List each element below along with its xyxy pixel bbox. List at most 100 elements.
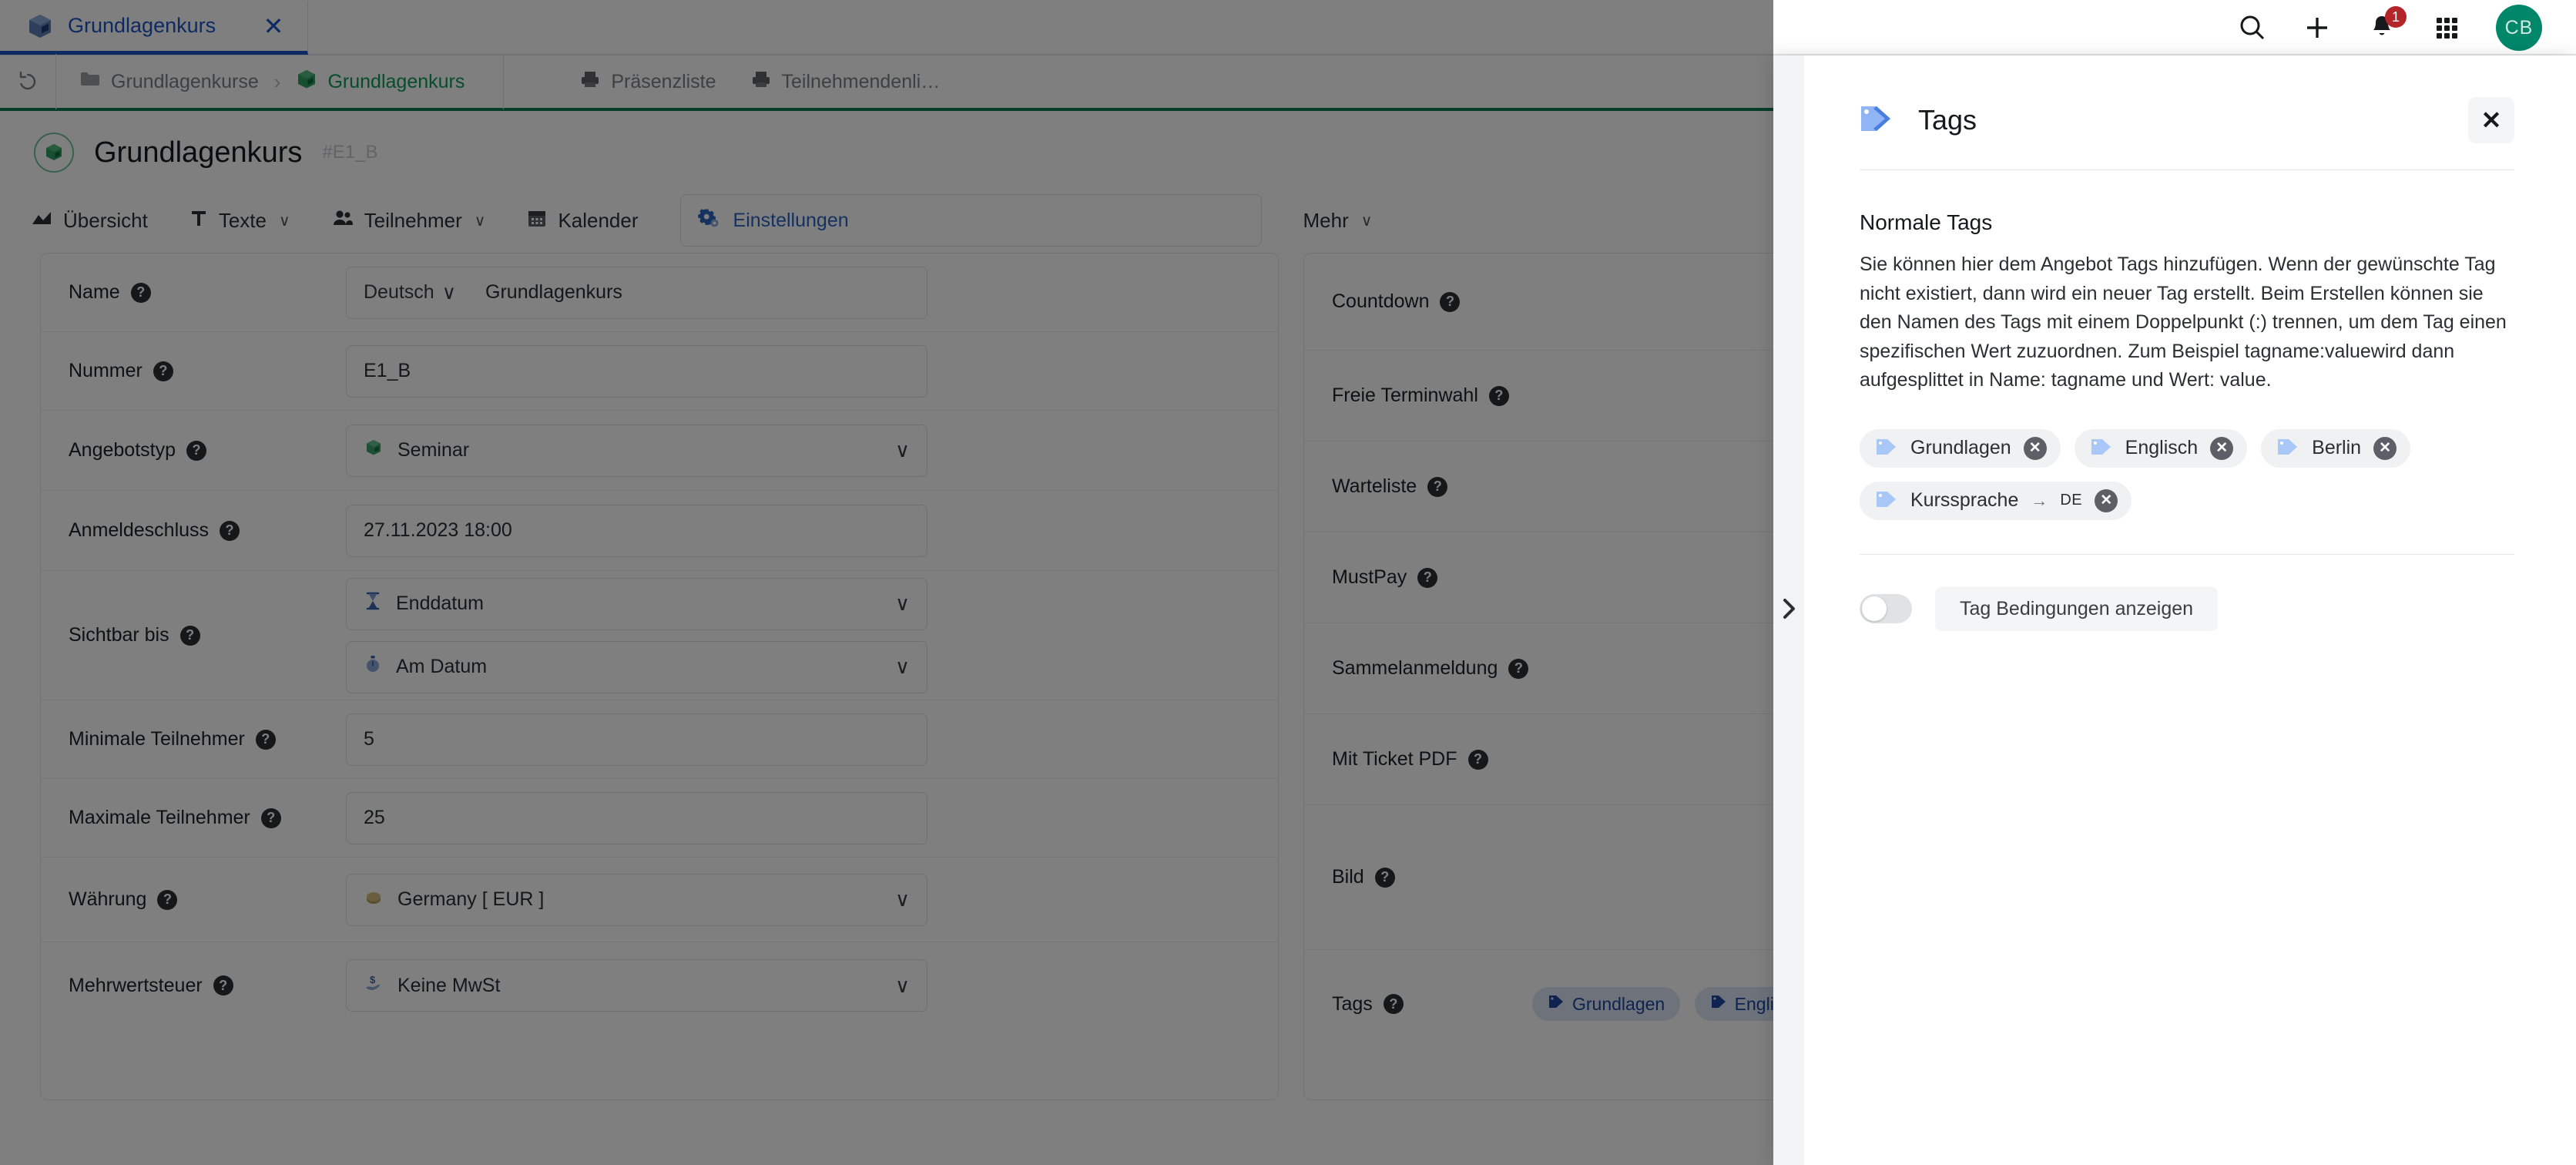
tab-einstellungen[interactable]: Einstellungen (680, 194, 1262, 247)
avatar[interactable]: CB (2496, 5, 2542, 51)
settings-form-left: Name ? Deutsch ∨ Grundlagenkurs Nummer ? (40, 253, 1279, 1100)
field-row-angebotstyp: Angebotstyp ? Seminar ∨ (41, 411, 1278, 491)
anmeldeschluss-input[interactable]: 27.11.2023 18:00 (346, 505, 927, 557)
waehrung-select[interactable]: Germany [ EUR ] ∨ (346, 874, 927, 926)
language-selector[interactable]: Deutsch ∨ (364, 281, 473, 304)
help-icon[interactable]: ? (1417, 568, 1437, 588)
calendar-icon (527, 208, 547, 233)
tab-uebersicht[interactable]: Übersicht (31, 209, 148, 233)
field-label: Freie Terminwahl ? (1332, 384, 1509, 407)
help-icon[interactable]: ? (1427, 477, 1447, 497)
tags-divider (1860, 554, 2514, 555)
field-label-text: Countdown (1332, 290, 1429, 313)
field-label: Name ? (69, 281, 346, 304)
tag-chip-kurssprache[interactable]: Kurssprache → DE ✕ (1860, 482, 2132, 520)
drawer-collapse-handle[interactable] (1773, 55, 1804, 1165)
tab-teilnehmer[interactable]: Teilnehmer ∨ (332, 209, 486, 233)
browser-tab-strip: Grundlagenkurs ✕ (0, 0, 2576, 55)
people-icon (332, 209, 354, 233)
help-icon[interactable]: ? (1508, 659, 1528, 679)
close-icon[interactable]: ✕ (2468, 97, 2514, 143)
anmeldeschluss-value: 27.11.2023 18:00 (364, 519, 512, 542)
field-label-text: Maximale Teilnehmer (69, 807, 250, 829)
help-icon[interactable]: ? (261, 808, 281, 828)
mehrwertsteuer-select[interactable]: $ Keine MwSt ∨ (346, 959, 927, 1012)
bell-icon[interactable]: 1 (2366, 12, 2397, 43)
remove-tag-icon[interactable]: ✕ (2373, 437, 2397, 460)
field-row-mehrwertsteuer: Mehrwertsteuer ? $ Keine MwSt ∨ (41, 942, 1278, 1029)
history-back-icon[interactable] (0, 70, 55, 93)
search-icon[interactable] (2237, 12, 2268, 43)
box-icon (26, 12, 54, 40)
field-label: Maximale Teilnehmer ? (69, 807, 346, 829)
breadcrumb-item-grundlagenkurs[interactable]: Grundlagenkurs (296, 69, 465, 96)
chevron-down-icon: ∨ (1361, 211, 1373, 230)
tag-chip-berlin[interactable]: Berlin ✕ (2261, 429, 2410, 468)
remove-tag-icon[interactable]: ✕ (2024, 437, 2047, 460)
breadcrumb-tools-divider (503, 54, 504, 109)
help-icon[interactable]: ? (186, 441, 206, 461)
chevron-right-icon (1779, 596, 1798, 625)
help-icon[interactable]: ? (180, 626, 200, 646)
close-icon[interactable]: ✕ (260, 14, 287, 39)
field-row-nummer: Nummer ? E1_B (41, 332, 1278, 411)
angebotstyp-select[interactable]: Seminar ∨ (346, 425, 927, 477)
tab-mehr[interactable]: Mehr ∨ (1303, 209, 1373, 233)
tab-kalender[interactable]: Kalender (527, 208, 638, 233)
field-label-text: Minimale Teilnehmer (69, 728, 245, 750)
show-tag-conditions-button[interactable]: Tag Bedingungen anzeigen (1935, 587, 2218, 631)
field-label-text: Freie Terminwahl (1332, 384, 1478, 407)
tag-chip-englisch[interactable]: Englisch ✕ (2075, 429, 2248, 468)
name-input[interactable]: Deutsch ∨ Grundlagenkurs (346, 267, 927, 319)
grid-apps-icon[interactable] (2431, 12, 2462, 43)
tag-chip[interactable]: Grundlagen (1532, 987, 1680, 1021)
help-icon[interactable]: ? (213, 975, 233, 995)
plus-icon[interactable] (2302, 12, 2333, 43)
help-icon[interactable]: ? (220, 521, 240, 541)
field-label: Bild ? (1332, 866, 1395, 888)
field-label: Mehrwertsteuer ? (69, 975, 346, 997)
field-label-text: Warteliste (1332, 475, 1417, 498)
help-icon[interactable]: ? (1468, 750, 1488, 770)
field-label: Countdown ? (1332, 290, 1460, 313)
remove-tag-icon[interactable]: ✕ (2095, 489, 2118, 512)
remove-tag-icon[interactable]: ✕ (2210, 437, 2233, 460)
help-icon[interactable]: ? (153, 361, 173, 381)
help-icon[interactable]: ? (1440, 292, 1460, 312)
chevron-down-icon: ∨ (895, 974, 910, 998)
field-label-text: Name (69, 281, 120, 304)
tool-label: Präsenzliste (611, 71, 716, 93)
minimale-teilnehmer-input[interactable]: 5 (346, 713, 927, 766)
tags-drawer: Tags ✕ Normale Tags Sie können hier dem … (1773, 55, 2576, 1165)
tab-texte[interactable]: Texte ∨ (190, 209, 290, 233)
sichtbar-bis-mode-select[interactable]: Enddatum ∨ (346, 578, 927, 630)
chevron-down-icon: ∨ (895, 655, 910, 679)
browser-toolbar-actions: 1 CB (2237, 0, 2576, 55)
hourglass-icon (364, 591, 382, 616)
help-icon[interactable]: ? (1375, 868, 1395, 888)
nummer-input[interactable]: E1_B (346, 345, 927, 398)
sichtbar-bis-date-select[interactable]: Am Datum ∨ (346, 641, 927, 693)
tag-chip-label: Kurssprache (1910, 489, 2018, 512)
browser-tab[interactable]: Grundlagenkurs ✕ (0, 1, 308, 55)
help-icon[interactable]: ? (131, 283, 151, 303)
help-icon[interactable]: ? (1384, 994, 1404, 1014)
maximale-teilnehmer-input[interactable]: 25 (346, 792, 927, 844)
help-icon[interactable]: ? (1489, 386, 1509, 406)
tag-conditions-toggle[interactable] (1860, 594, 1912, 623)
help-icon[interactable]: ? (256, 730, 276, 750)
tab-label: Texte (219, 209, 267, 233)
help-icon[interactable]: ? (157, 890, 177, 910)
print-participant-list-button[interactable]: Teilnehmendenli… (750, 69, 941, 95)
coin-icon (364, 887, 384, 912)
notification-badge: 1 (2385, 6, 2407, 28)
field-label: MustPay ? (1332, 566, 1437, 589)
section-tabs: Übersicht Texte ∨ Teilnehmer ∨ Kalender (0, 191, 1773, 250)
printer-icon (750, 69, 772, 95)
print-attendance-list-button[interactable]: Präsenzliste (579, 69, 716, 95)
breadcrumb-item-grundlagenkurse[interactable]: Grundlagenkurse (79, 70, 259, 94)
chevron-down-icon: ∨ (279, 211, 290, 230)
tag-chip-grundlagen[interactable]: Grundlagen ✕ (1860, 429, 2061, 468)
language-label: Deutsch (364, 281, 434, 304)
field-label: Sammelanmeldung ? (1332, 657, 1528, 680)
